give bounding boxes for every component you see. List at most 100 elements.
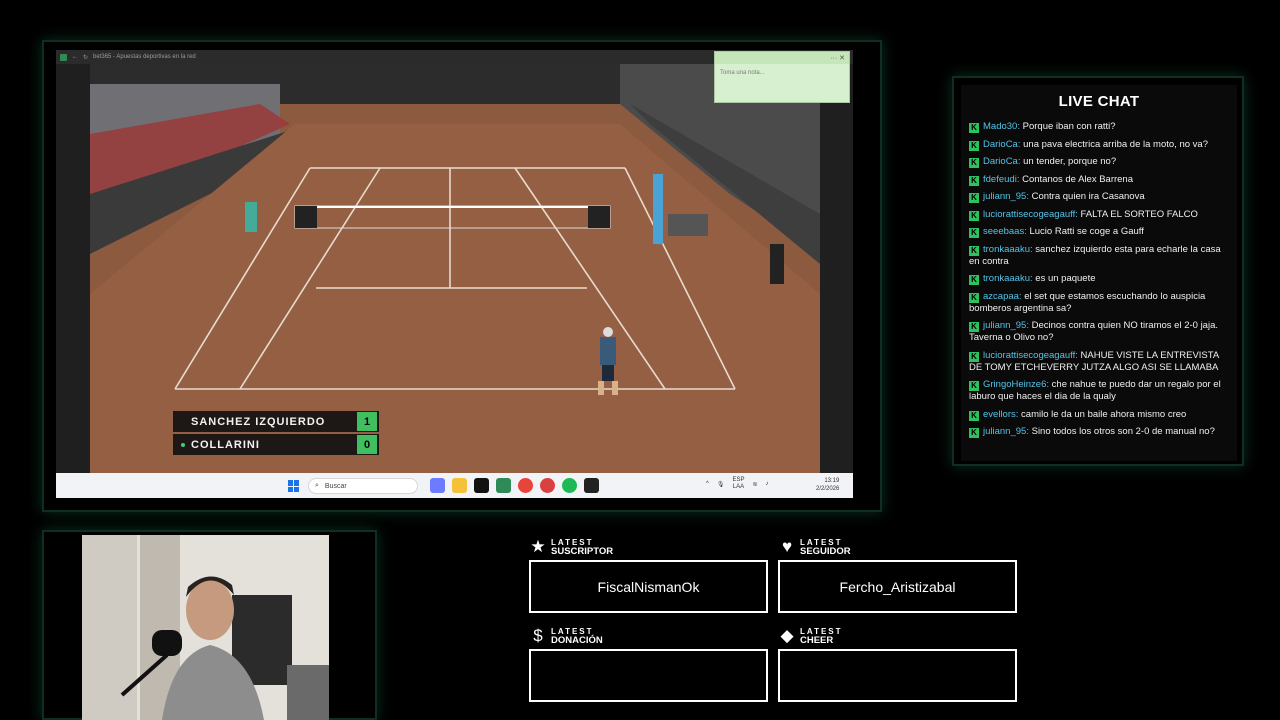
kick-badge-icon: K <box>969 381 979 391</box>
latest-cheer-value <box>778 649 1017 702</box>
taskbar-search[interactable]: ⌕ Buscar <box>308 478 418 494</box>
chat-message-text: FALTA EL SORTEO FALCO <box>1080 208 1198 220</box>
chrome-icon[interactable] <box>518 478 533 493</box>
chat-username[interactable]: juliann_95 <box>983 426 1026 437</box>
chat-username[interactable]: luciorattisecogeagauff <box>983 209 1075 220</box>
latest-donacion-value <box>529 649 768 702</box>
stream-overlay: ← ↻ bet365 - Apuestas deportivas en la r… <box>0 0 1280 720</box>
chat-message: Ktronkaaaku: es un paquete <box>969 273 1229 285</box>
obs-icon[interactable] <box>540 478 555 493</box>
back-arrow-icon[interactable]: ← <box>72 54 78 60</box>
reload-icon[interactable]: ↻ <box>83 54 88 61</box>
chat-message: K GringoHeinze6: che nahue te puedo dar u… <box>969 379 1221 402</box>
heart-icon: ♥ <box>781 537 793 556</box>
chat-message: Ktronkaaaku: sanchez izquierdo esta para… <box>969 243 1221 267</box>
file-explorer-icon[interactable] <box>452 478 467 493</box>
chat-message-text: un tender, porque no? <box>1023 156 1117 167</box>
player-1-name: SANCHEZ IZQUIERDO <box>191 415 326 428</box>
latest-seguidor-value: Fercho_Aristizabal <box>778 560 1017 613</box>
copilot-icon[interactable] <box>430 478 445 493</box>
scoreboard: SANCHEZ IZQUIERDO 1 COLLARINI 0 <box>173 411 379 455</box>
kick-badge-icon: K <box>969 175 979 186</box>
player-1-score: 1 <box>357 412 377 431</box>
serve-indicator-icon <box>181 442 185 447</box>
clock-time: 13:19 <box>824 478 840 484</box>
kick-badge-icon: K <box>969 351 979 362</box>
chat-username[interactable]: tronkaaaku <box>983 273 1030 284</box>
chat-message-text: Sino todos los otros son 2-0 de manual n… <box>1031 426 1215 437</box>
chat-message-text: camilo le da un baile ahora mismo creo <box>1021 408 1187 420</box>
tiktok-icon[interactable] <box>474 478 489 493</box>
kick-badge-icon: K <box>969 245 979 256</box>
suscriptor-label: SUSCRIPTOR <box>551 546 614 557</box>
dollar-icon: $ <box>533 626 543 645</box>
chat-message: K DarioCa: una pava electrica arriba de l… <box>969 139 1229 151</box>
chat-username[interactable]: luciorattisecogeagauff <box>983 350 1075 361</box>
chat-message-text: Porque iban con ratti? <box>1022 121 1116 132</box>
chat-username[interactable]: tronkaaaku <box>983 244 1030 255</box>
kick-badge-icon: K <box>969 428 979 438</box>
chat-message-list: K Mado30: Porque iban con ratti? K DarioCa:… <box>961 121 1237 438</box>
latest-suscriptor-widget: ★ LATEST SUSCRIPTOR FiscalNismanOk <box>529 538 768 613</box>
chat-username[interactable]: evellors <box>983 409 1016 420</box>
sticky-note-popup[interactable]: ··· ✕ Toma una nota... <box>714 51 850 103</box>
kick-badge-icon: K <box>969 193 979 203</box>
system-tray: ^ 🎙 ESP LAA ≋ ♪ <box>706 477 769 491</box>
notes-app-icon[interactable] <box>584 478 599 493</box>
player-2-name-wrap: COLLARINI <box>173 439 357 451</box>
kick-badge-icon: K <box>969 123 979 133</box>
latest-cheer-widget: ◆ LATEST CHEER <box>778 627 1017 702</box>
webcam-scene <box>82 535 329 720</box>
language-indicator[interactable]: ESP LAA <box>732 477 744 491</box>
chat-username[interactable]: azcapaa <box>983 291 1019 302</box>
tennis-video: SANCHEZ IZQUIERDO 1 COLLARINI 0 <box>90 64 820 473</box>
spotify-icon[interactable] <box>562 478 577 493</box>
language-bottom: LAA <box>732 484 745 490</box>
chat-username[interactable]: juliann_95 <box>983 191 1026 202</box>
chat-message: Kevellors: camilo le da un baile ahora m… <box>969 409 1229 421</box>
live-chat-panel: LIVE CHAT K Mado30: Porque iban con ratti… <box>961 85 1237 461</box>
bet365-app-icon[interactable] <box>496 478 511 493</box>
bet365-favicon-icon <box>60 53 67 61</box>
chat-message-text: Lucio Ratti se coge a Gauff <box>1029 226 1144 237</box>
chat-message: K DarioCa: un tender, porque no? <box>969 156 1229 168</box>
microphone-icon[interactable]: 🎙 <box>717 481 725 488</box>
browser-tab-title[interactable]: bet365 - Apuestas deportivas en la red <box>93 54 196 60</box>
chat-username[interactable]: seeebaas <box>983 226 1024 237</box>
chat-message-text: es un paquete <box>1035 273 1096 284</box>
chat-message-text: Contanos de Alex Barrena <box>1022 173 1133 185</box>
chat-message: Kfdefeudi: Contanos de Alex Barrena <box>969 174 1229 186</box>
windows-start-icon[interactable] <box>288 480 300 492</box>
chat-message: Kazcapaa: el set que estamos escuchando … <box>969 290 1206 314</box>
note-input[interactable]: Toma una nota... <box>715 64 849 82</box>
wifi-icon[interactable]: ≋ <box>752 481 757 488</box>
taskbar-pinned-apps <box>430 478 599 493</box>
chat-message: Kseeebaas: Lucio Ratti se coge a Gauff <box>969 226 1229 238</box>
chat-username[interactable]: Mado30 <box>983 121 1017 132</box>
star-icon: ★ <box>530 537 546 556</box>
cheer-label: CHEER <box>800 635 834 646</box>
chat-title: LIVE CHAT <box>1058 93 1140 110</box>
tray-chevron-icon[interactable]: ^ <box>706 481 709 487</box>
chat-username[interactable]: DarioCa <box>983 139 1018 150</box>
windows-taskbar: ⌕ Buscar ^ 🎙 ESP LAA ≋ ♪ 13:19 2/2/2026 <box>56 473 853 498</box>
note-controls[interactable]: ··· ✕ <box>715 52 849 64</box>
kick-badge-icon: K <box>969 275 979 285</box>
kick-badge-icon: K <box>969 292 979 303</box>
volume-icon[interactable]: ♪ <box>766 481 769 487</box>
diamond-icon: ◆ <box>780 626 794 645</box>
chat-message: Kjuliann_95: Decinos contra quien NO tir… <box>969 320 1219 343</box>
kick-badge-icon: K <box>969 140 979 151</box>
score-row-player-2: COLLARINI 0 <box>173 434 379 455</box>
chat-username[interactable]: GringoHeinze6 <box>983 379 1046 390</box>
chat-username[interactable]: juliann_95 <box>983 320 1026 331</box>
chat-username[interactable]: DarioCa <box>983 156 1018 167</box>
chat-username[interactable]: fdefeudi <box>983 174 1017 185</box>
score-row-player-1: SANCHEZ IZQUIERDO 1 <box>173 411 379 432</box>
player-2-score: 0 <box>357 435 377 454</box>
webcam-feed <box>82 535 329 720</box>
clock-date: 2/2/2026 <box>816 486 840 492</box>
latest-suscriptor-value: FiscalNismanOk <box>529 560 768 613</box>
taskbar-clock[interactable]: 13:19 2/2/2026 <box>816 477 839 493</box>
chat-message-text: Contra quien ira Casanova <box>1031 191 1145 202</box>
